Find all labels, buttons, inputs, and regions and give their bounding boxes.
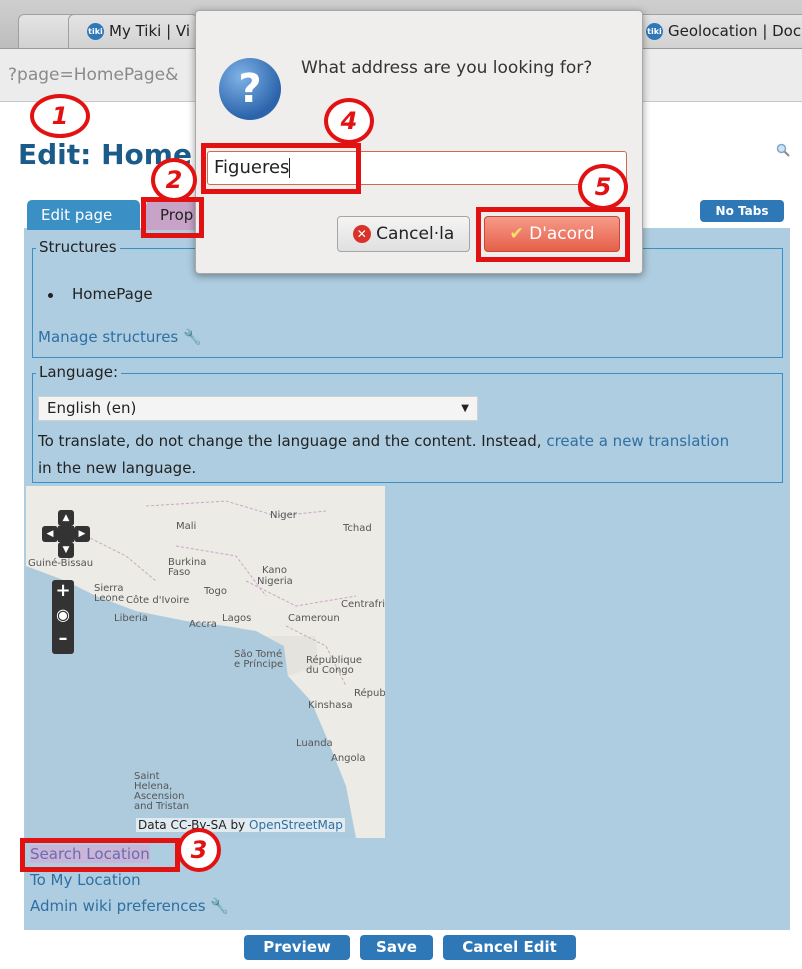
pan-center [58, 526, 74, 542]
chevron-down-icon: ▼ [461, 403, 469, 414]
pan-right-icon[interactable]: ▶ [74, 526, 90, 542]
map-label: République du Congo [306, 655, 363, 676]
dialog-message: What address are you looking for? [301, 58, 593, 78]
pan-left-icon[interactable]: ◀ [42, 526, 58, 542]
zoom-out-icon[interactable]: – [52, 628, 74, 650]
browser-tab-label: My Tiki | Vi [109, 22, 190, 40]
cancel-label: Cancel·la [376, 224, 455, 244]
wrench-icon: 🔧 [210, 897, 230, 915]
bullet-icon [48, 293, 53, 298]
openstreetmap-link[interactable]: OpenStreetMap [249, 818, 343, 832]
map-label: Guiné-Bissau [28, 558, 94, 569]
map-label: Sierra Leone [94, 583, 125, 604]
url-text: ?page=HomePage& [8, 65, 179, 85]
create-translation-link[interactable]: create a new translation [546, 432, 729, 450]
map-label: Lagos [222, 613, 252, 624]
map-label: Luanda [296, 738, 333, 749]
highlight-box-properties-tab [141, 197, 204, 238]
zoom-in-icon[interactable]: + [52, 580, 74, 602]
map-label: Angola [331, 753, 366, 764]
map-attribution: Data CC-By-SA by OpenStreetMap [136, 818, 345, 832]
to-my-location-link[interactable]: To My Location [30, 871, 141, 889]
browser-tab-my-tiki[interactable]: tiki My Tiki | Vi [68, 14, 198, 48]
help-text: To translate, do not change the language… [38, 432, 542, 450]
callout-2: 2 [151, 158, 197, 202]
manage-structures-link[interactable]: Manage structures 🔧 [38, 328, 202, 346]
manage-structures-label: Manage structures [38, 328, 179, 346]
pan-down-icon[interactable]: ▼ [58, 542, 74, 558]
callout-5: 5 [578, 164, 628, 210]
map-label: Liberia [114, 613, 148, 624]
map-zoom-control: + ◉ – [52, 580, 74, 654]
translation-help-text: To translate, do not change the language… [38, 428, 738, 482]
map-label: Togo [204, 586, 227, 597]
map-label: Burkina Faso [168, 557, 207, 578]
map-label: Kano [262, 565, 287, 576]
map-label: Saint Helena, Ascension and Tristan [134, 771, 190, 812]
help-suffix: in the new language. [38, 459, 197, 477]
map-label: Cameroun [288, 613, 340, 624]
preview-button[interactable]: Preview [244, 935, 350, 960]
browser-tab-label: Geolocation | Doc [668, 22, 802, 40]
structure-item-label: HomePage [72, 285, 153, 303]
map-label: Mali [176, 521, 197, 532]
admin-wiki-preferences-label: Admin wiki preferences [30, 897, 206, 915]
map-pan-control[interactable]: ▲ ◀ ▶ ▼ [42, 510, 90, 558]
question-icon: ? [219, 58, 281, 120]
structures-legend: Structures [36, 238, 120, 256]
globe-icon[interactable]: ◉ [52, 604, 74, 626]
map-view[interactable]: Mali Niger Tchad Burkina Faso Kano Niger… [26, 486, 385, 838]
wrench-icon: 🔧 [183, 328, 202, 346]
map-label: São Tomé e Príncipe [234, 649, 284, 670]
map-label: Niger [270, 510, 297, 521]
map-label: Nigeria [257, 576, 293, 587]
callout-4: 4 [324, 98, 374, 144]
map-label: Tchad [343, 523, 372, 534]
tab-edit-page[interactable]: Edit page [27, 200, 140, 230]
language-select-value: English (en) [47, 399, 137, 417]
map-label: Centrafri [341, 599, 385, 610]
language-select[interactable]: English (en) ▼ [38, 396, 478, 421]
callout-1: 1 [30, 94, 90, 138]
highlight-box-address-input [201, 143, 361, 194]
tiki-favicon-icon: tiki [646, 23, 663, 40]
language-legend: Language: [36, 363, 122, 381]
admin-wiki-preferences-link[interactable]: Admin wiki preferences 🔧 [30, 897, 229, 915]
highlight-box-ok-button [476, 207, 630, 262]
callout-3: 3 [177, 828, 221, 872]
cancel-x-icon: ✕ [352, 225, 371, 243]
highlight-box-search-location [20, 838, 180, 872]
map-label: Kinshasa [308, 700, 353, 711]
tiki-favicon-icon: tiki [87, 23, 104, 40]
map-label: Accra [189, 619, 217, 630]
map-label: Républ [354, 688, 385, 699]
pan-up-icon[interactable]: ▲ [58, 510, 74, 526]
cancel-edit-button[interactable]: Cancel Edit [443, 935, 576, 960]
no-tabs-button[interactable]: No Tabs [700, 200, 784, 222]
map-label: Côte d'Ivoire [126, 595, 190, 606]
structure-item[interactable]: HomePage [48, 285, 153, 303]
save-button[interactable]: Save [360, 935, 433, 960]
search-icon[interactable] [776, 143, 790, 157]
dialog-cancel-button[interactable]: ✕ Cancel·la [337, 216, 470, 252]
browser-tab-geolocation[interactable]: tiki Geolocation | Doc [633, 14, 802, 48]
